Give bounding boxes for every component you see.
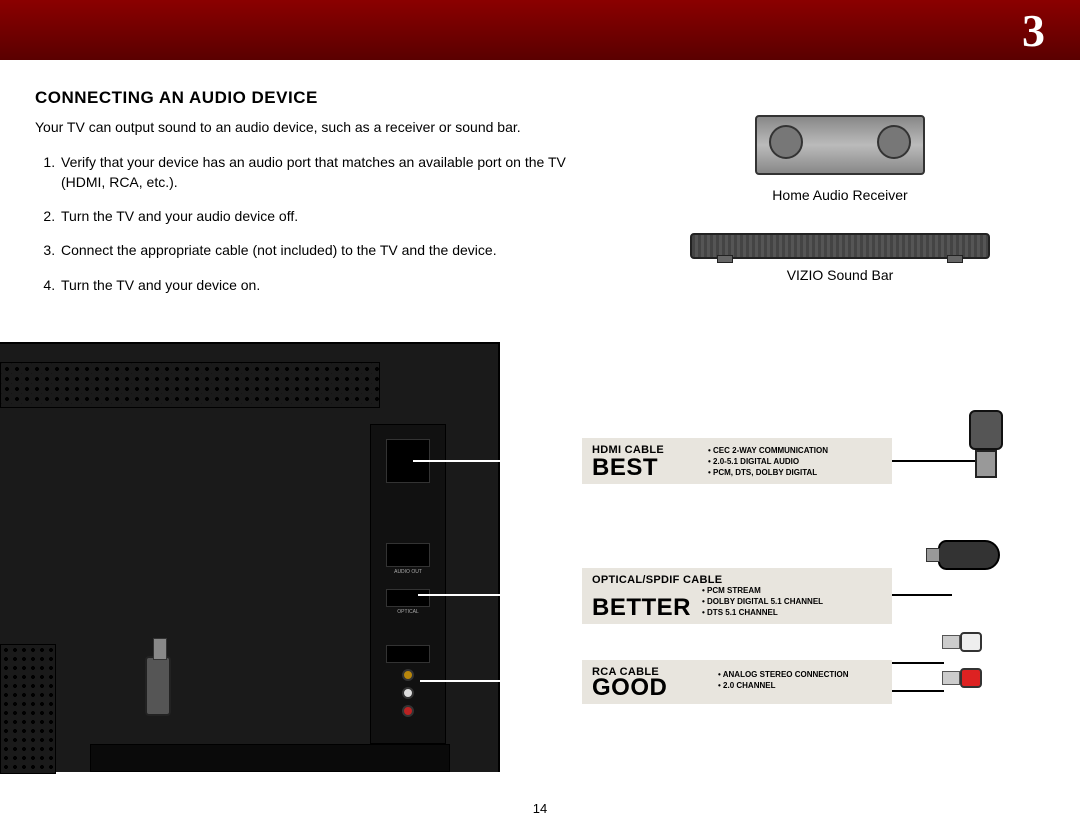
vent-grille bbox=[0, 362, 380, 408]
cable-type: OPTICAL/SPDIF CABLE bbox=[592, 574, 882, 586]
section-intro: Your TV can output sound to an audio dev… bbox=[35, 118, 595, 138]
cable-label-better: OPTICAL/SPDIF CABLE BETTER PCM STREAM DO… bbox=[582, 568, 892, 624]
audio-out-port-icon bbox=[386, 589, 430, 607]
feature-item: DTS 5.1 CHANNEL bbox=[702, 608, 823, 619]
chapter-header: 3 bbox=[0, 0, 1080, 60]
connection-diagram: AUDIO OUT OPTICAL HDMI CABLE BEST CEC 2-… bbox=[0, 342, 1080, 782]
step-item: Turn the TV and your device on. bbox=[59, 275, 595, 295]
rca-plugs-icon bbox=[942, 630, 1022, 702]
step-item: Turn the TV and your audio device off. bbox=[59, 206, 595, 226]
optical-plug-icon bbox=[938, 540, 1018, 600]
feature-item: PCM, DTS, DOLBY DIGITAL bbox=[708, 468, 828, 479]
port-panel: AUDIO OUT OPTICAL bbox=[370, 424, 446, 744]
cable-line bbox=[418, 594, 582, 596]
feature-item: 2.0 CHANNEL bbox=[718, 681, 849, 692]
cable-rating: BEST bbox=[592, 454, 658, 482]
cable-rating: BETTER bbox=[592, 594, 691, 622]
cable-line bbox=[420, 680, 582, 682]
usb-port-icon bbox=[386, 543, 430, 567]
feature-item: 2.0-5.1 DIGITAL AUDIO bbox=[708, 457, 828, 468]
soundbar-label: VIZIO Sound Bar bbox=[680, 267, 1000, 283]
receiver-illustration bbox=[755, 115, 925, 175]
device-examples: Home Audio Receiver VIZIO Sound Bar bbox=[680, 115, 1000, 283]
feature-item: PCM STREAM bbox=[702, 586, 823, 597]
cable-line bbox=[892, 662, 944, 664]
vent-grille bbox=[0, 644, 56, 774]
cable-line bbox=[413, 460, 583, 462]
cable-line bbox=[892, 690, 944, 692]
receiver-label: Home Audio Receiver bbox=[680, 187, 1000, 203]
rca-white-plug-icon bbox=[942, 630, 1022, 654]
hdmi-plug-icon bbox=[962, 410, 1010, 482]
rca-white-port-icon bbox=[402, 687, 414, 699]
rca-red-port-icon bbox=[402, 705, 414, 717]
cable-features: PCM STREAM DOLBY DIGITAL 5.1 CHANNEL DTS… bbox=[702, 586, 823, 618]
optical-port-icon bbox=[386, 645, 430, 663]
step-item: Verify that your device has an audio por… bbox=[59, 152, 595, 193]
cable-features: ANALOG STEREO CONNECTION 2.0 CHANNEL bbox=[718, 670, 849, 692]
feature-item: ANALOG STEREO CONNECTION bbox=[718, 670, 849, 681]
cable-label-good: RCA CABLE GOOD ANALOG STEREO CONNECTION … bbox=[582, 660, 892, 704]
cable-label-best: HDMI CABLE BEST CEC 2-WAY COMMUNICATION … bbox=[582, 438, 892, 484]
step-item: Connect the appropriate cable (not inclu… bbox=[59, 240, 595, 260]
feature-item: CEC 2-WAY COMMUNICATION bbox=[708, 446, 828, 457]
soundbar-illustration bbox=[690, 233, 990, 259]
rca-red-plug-icon bbox=[942, 666, 1022, 690]
feature-item: DOLBY DIGITAL 5.1 CHANNEL bbox=[702, 597, 823, 608]
page-number: 14 bbox=[533, 801, 547, 816]
bottom-port-row bbox=[90, 744, 450, 772]
cable-rating: GOOD bbox=[592, 674, 667, 702]
rca-yellow-port-icon bbox=[402, 669, 414, 681]
port-label: AUDIO OUT bbox=[371, 569, 445, 575]
instruction-list: Verify that your device has an audio por… bbox=[35, 152, 595, 295]
hdmi-plug-bottom-icon bbox=[145, 656, 171, 716]
tv-back-panel: AUDIO OUT OPTICAL bbox=[0, 342, 500, 772]
cable-features: CEC 2-WAY COMMUNICATION 2.0-5.1 DIGITAL … bbox=[708, 446, 828, 478]
port-label: OPTICAL bbox=[371, 609, 445, 615]
section-title: CONNECTING AN AUDIO DEVICE bbox=[35, 88, 1045, 108]
chapter-number: 3 bbox=[1022, 4, 1045, 57]
